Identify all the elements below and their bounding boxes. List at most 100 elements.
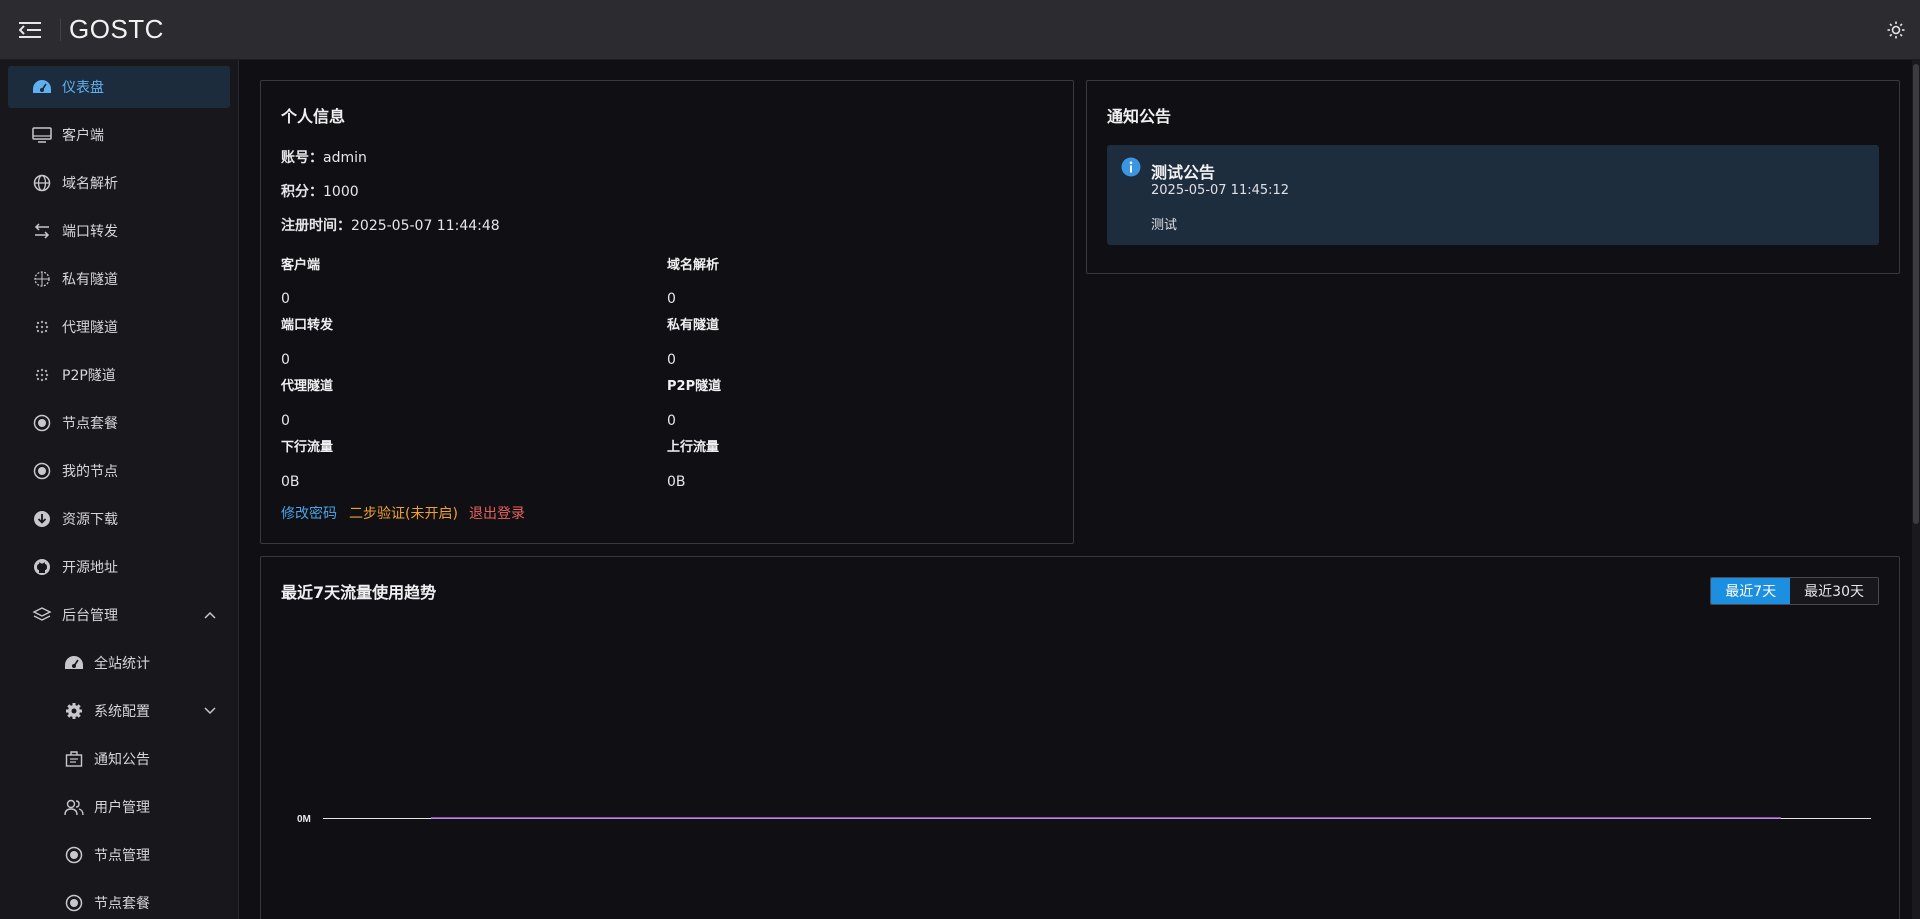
sidebar-item-label: 仪表盘	[62, 80, 104, 96]
sidebar-item-label: 节点管理	[94, 848, 150, 864]
points-label: 积分：	[281, 184, 323, 200]
notice-item-title: 测试公告	[1151, 163, 1216, 182]
sun-icon	[1887, 21, 1905, 39]
stat-value-p2p-tunnel: 0	[667, 413, 676, 429]
sidebar-item-system-config[interactable]: 系统配置	[8, 690, 230, 732]
sidebar: 仪表盘 客户端 域名解析 端口转发 私有隧道 代理隧道 P2P隧道 节点套餐 我…	[0, 60, 239, 919]
menu-fold-icon	[19, 21, 41, 38]
sidebar-item-node-plans[interactable]: 节点套餐	[8, 402, 230, 444]
sidebar-item-label: 客户端	[62, 128, 104, 144]
sidebar-item-clients[interactable]: 客户端	[8, 114, 230, 156]
sidebar-item-dashboard[interactable]: 仪表盘	[8, 66, 230, 108]
sidebar-item-port-forward[interactable]: 端口转发	[8, 210, 230, 252]
notice-title: 通知公告	[1107, 107, 1172, 126]
sidebar-item-users[interactable]: 用户管理	[8, 786, 230, 828]
download-icon	[32, 509, 52, 529]
sidebar-item-label: 全站统计	[94, 656, 150, 672]
p2p-icon	[32, 365, 52, 385]
points-value: 1000	[323, 184, 359, 200]
sidebar-item-source[interactable]: 开源地址	[8, 546, 230, 588]
globe-dotted-icon	[32, 269, 52, 289]
sidebar-item-my-nodes[interactable]: 我的节点	[8, 450, 230, 492]
y-tick-label: 0M	[297, 814, 311, 825]
stat-value-upstream: 0B	[667, 474, 686, 490]
stat-label-domains: 域名解析	[667, 258, 720, 273]
scrollbar-thumb[interactable]	[1913, 64, 1919, 524]
profile-card: 个人信息 账号：admin 积分：1000 注册时间：2025-05-07 11…	[260, 80, 1074, 544]
gear-icon	[64, 701, 84, 721]
sidebar-item-notices[interactable]: 通知公告	[8, 738, 230, 780]
sidebar-item-label: 资源下载	[62, 512, 118, 528]
sidebar-item-proxy-tunnel[interactable]: 代理隧道	[8, 306, 230, 348]
swap-icon	[32, 221, 52, 241]
stat-value-private-tunnel: 0	[667, 352, 676, 368]
users-icon	[64, 797, 84, 817]
sidebar-item-domains[interactable]: 域名解析	[8, 162, 230, 204]
menu-fold-button[interactable]	[0, 0, 60, 60]
radio-icon	[64, 893, 84, 913]
sidebar-item-label: 后台管理	[62, 608, 118, 624]
radio-icon	[32, 413, 52, 433]
stat-value-domains: 0	[667, 291, 676, 307]
sidebar-item-label: 代理隧道	[62, 320, 118, 336]
sidebar-item-admin[interactable]: 后台管理	[8, 594, 230, 636]
traffic-trend-chart: 0M	[297, 814, 1871, 825]
tab-last-7-days[interactable]: 最近7天	[1711, 578, 1791, 604]
stat-label-downstream: 下行流量	[281, 440, 334, 455]
dashboard-icon	[64, 653, 84, 673]
traffic-card: 最近7天流量使用趋势 最近7天 最近30天 0M	[260, 556, 1900, 919]
stat-label-clients: 客户端	[281, 258, 321, 273]
top-header: GOSTC	[0, 0, 1920, 60]
stat-label-upstream: 上行流量	[667, 440, 720, 455]
sidebar-item-site-stats[interactable]: 全站统计	[8, 642, 230, 684]
sidebar-item-node-plans-admin[interactable]: 节点套餐	[8, 882, 230, 919]
sidebar-item-label: 域名解析	[62, 176, 118, 192]
info-icon	[1121, 157, 1141, 181]
notice-card: 通知公告 测试公告 2025-05-07 11:45:12 测试	[1086, 80, 1900, 274]
stat-value-downstream: 0B	[281, 474, 300, 490]
sidebar-item-downloads[interactable]: 资源下载	[8, 498, 230, 540]
change-password-link[interactable]: 修改密码	[281, 503, 337, 523]
points-row: 积分：1000	[281, 181, 359, 201]
logout-link[interactable]: 退出登录	[469, 503, 525, 523]
two-factor-link[interactable]: 二步验证(未开启)	[349, 503, 458, 523]
sidebar-item-label: 私有隧道	[62, 272, 118, 288]
stat-value-clients: 0	[281, 291, 290, 307]
notice-item-time: 2025-05-07 11:45:12	[1151, 183, 1290, 198]
layers-icon	[32, 605, 52, 625]
range-tabs: 最近7天 最近30天	[1710, 577, 1879, 605]
profile-title: 个人信息	[281, 107, 346, 126]
stat-label-port-forward: 端口转发	[281, 318, 334, 333]
sidebar-item-label: 端口转发	[62, 224, 118, 240]
page-scrollbar[interactable]	[1912, 60, 1920, 919]
account-label: 账号：	[281, 150, 323, 166]
sidebar-item-node-manage[interactable]: 节点管理	[8, 834, 230, 876]
chevron-down-icon	[202, 703, 218, 719]
sidebar-item-private-tunnel[interactable]: 私有隧道	[8, 258, 230, 300]
registered-row: 注册时间：2025-05-07 11:44:48	[281, 215, 500, 235]
tab-last-30-days[interactable]: 最近30天	[1790, 578, 1878, 604]
brand-logo: GOSTC	[69, 14, 164, 44]
notice-item[interactable]: 测试公告 2025-05-07 11:45:12 测试	[1107, 145, 1879, 245]
account-row: 账号：admin	[281, 147, 367, 167]
radio-icon	[64, 845, 84, 865]
stat-label-p2p-tunnel: P2P隧道	[667, 379, 722, 394]
sidebar-item-label: 用户管理	[94, 800, 150, 816]
globe-icon	[32, 173, 52, 193]
sidebar-item-label: P2P隧道	[62, 368, 116, 384]
sidebar-item-label: 我的节点	[62, 464, 118, 480]
sidebar-item-label: 节点套餐	[94, 896, 150, 912]
monitor-icon	[32, 125, 52, 145]
account-value: admin	[323, 150, 367, 166]
chevron-up-icon	[202, 607, 218, 623]
traffic-title: 最近7天流量使用趋势	[281, 583, 437, 602]
dashboard-icon	[32, 77, 52, 97]
stat-value-proxy-tunnel: 0	[281, 413, 290, 429]
stat-label-private-tunnel: 私有隧道	[667, 318, 720, 333]
theme-toggle-button[interactable]	[1884, 18, 1908, 42]
sidebar-item-label: 节点套餐	[62, 416, 118, 432]
sidebar-item-p2p-tunnel[interactable]: P2P隧道	[8, 354, 230, 396]
sidebar-item-label: 开源地址	[62, 560, 118, 576]
sidebar-item-label: 系统配置	[94, 704, 150, 720]
github-icon	[32, 557, 52, 577]
